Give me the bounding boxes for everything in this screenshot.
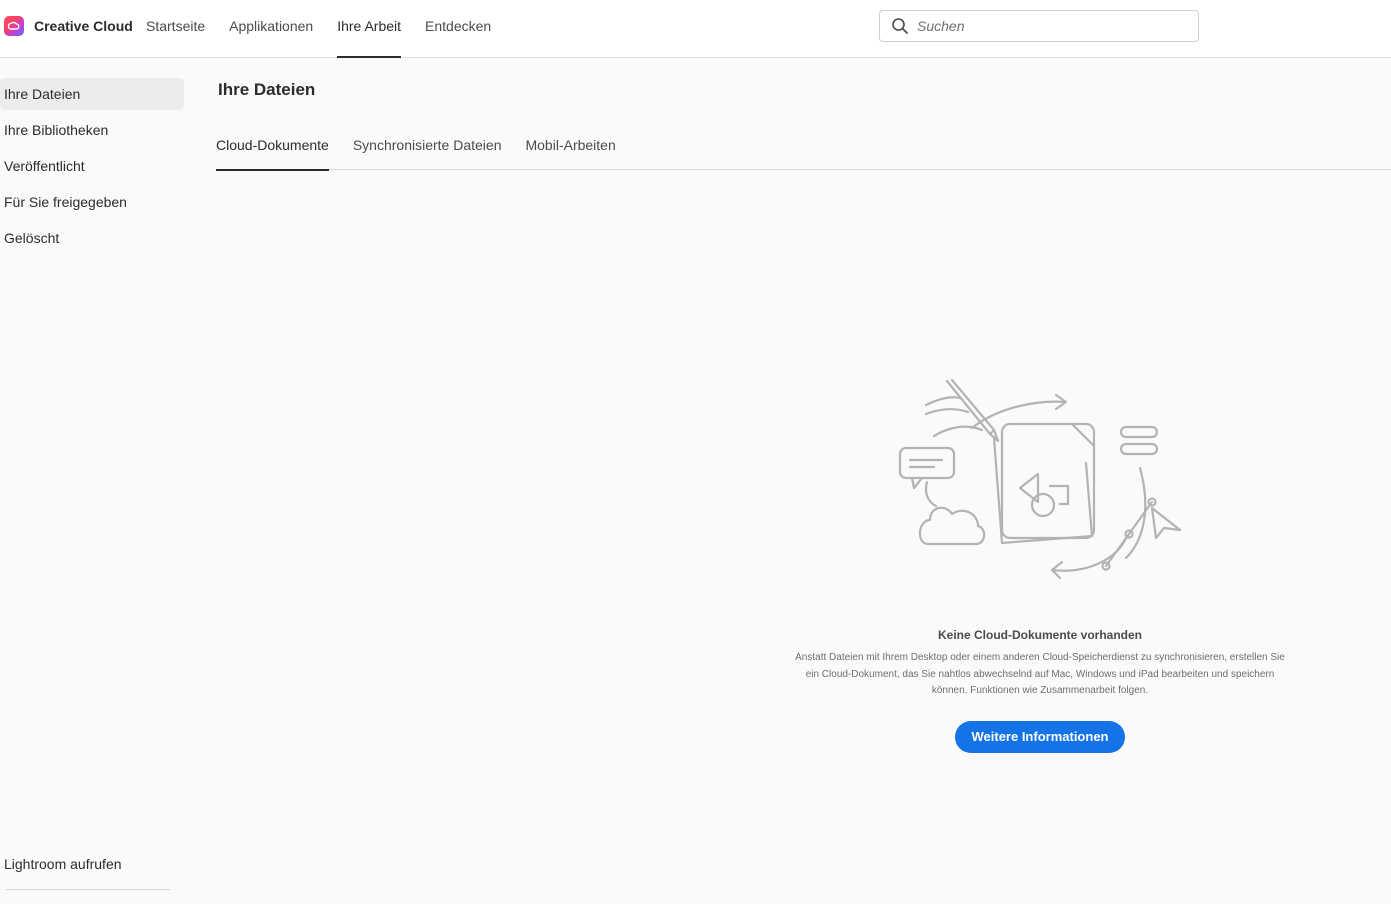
sidebar-item-geloescht[interactable]: Gelöscht — [0, 222, 184, 254]
sidebar-item-ihre-dateien[interactable]: Ihre Dateien — [0, 78, 184, 110]
file-tabs: Cloud-Dokumente Synchronisierte Dateien … — [216, 128, 1391, 171]
search-input[interactable] — [917, 18, 1177, 34]
empty-state-title: Keine Cloud-Dokumente vorhanden — [937, 628, 1143, 642]
empty-state-description: Anstatt Dateien mit Ihrem Desktop oder e… — [795, 652, 1285, 696]
nav-ihre-arbeit[interactable]: Ihre Arbeit — [337, 0, 401, 58]
cloud-documents-illustration-icon — [898, 378, 1182, 580]
nav-startseite[interactable]: Startseite — [146, 0, 205, 58]
search-box[interactable] — [879, 10, 1199, 42]
nav-entdecken[interactable]: Entdecken — [425, 0, 491, 58]
tab-synchronisierte-dateien[interactable]: Synchronisierte Dateien — [353, 128, 502, 170]
tab-mobil-arbeiten[interactable]: Mobil-Arbeiten — [525, 128, 615, 170]
sidebar-item-veroeffentlicht[interactable]: Veröffentlicht — [0, 150, 184, 182]
sidebar-item-ihre-bibliotheken[interactable]: Ihre Bibliotheken — [0, 114, 184, 146]
sidebar-item-fuer-sie-freigegeben[interactable]: Für Sie freigegeben — [0, 186, 184, 218]
sidebar-divider — [6, 889, 170, 890]
creative-cloud-logo-icon — [4, 16, 24, 36]
empty-state: Keine Cloud-Dokumente vorhanden Anstatt … — [780, 378, 1300, 753]
top-bar: Creative Cloud Startseite Applikationen … — [0, 0, 1391, 58]
page-title: Ihre Dateien — [218, 80, 316, 99]
learn-more-button[interactable]: Weitere Informationen — [955, 720, 1125, 753]
nav-applikationen[interactable]: Applikationen — [229, 0, 313, 58]
main-nav: Startseite Applikationen Ihre Arbeit Ent… — [146, 0, 515, 58]
search-icon — [892, 18, 908, 34]
sidebar: Ihre Dateien Ihre Bibliotheken Veröffent… — [0, 58, 190, 904]
app-name: Creative Cloud — [34, 18, 133, 34]
brand[interactable]: Creative Cloud — [4, 15, 133, 37]
main-content: Ihre Dateien Cloud-Dokumente Synchronisi… — [190, 58, 1391, 904]
lightroom-link[interactable]: Lightroom aufrufen — [4, 856, 122, 872]
tab-cloud-dokumente[interactable]: Cloud-Dokumente — [216, 128, 329, 171]
